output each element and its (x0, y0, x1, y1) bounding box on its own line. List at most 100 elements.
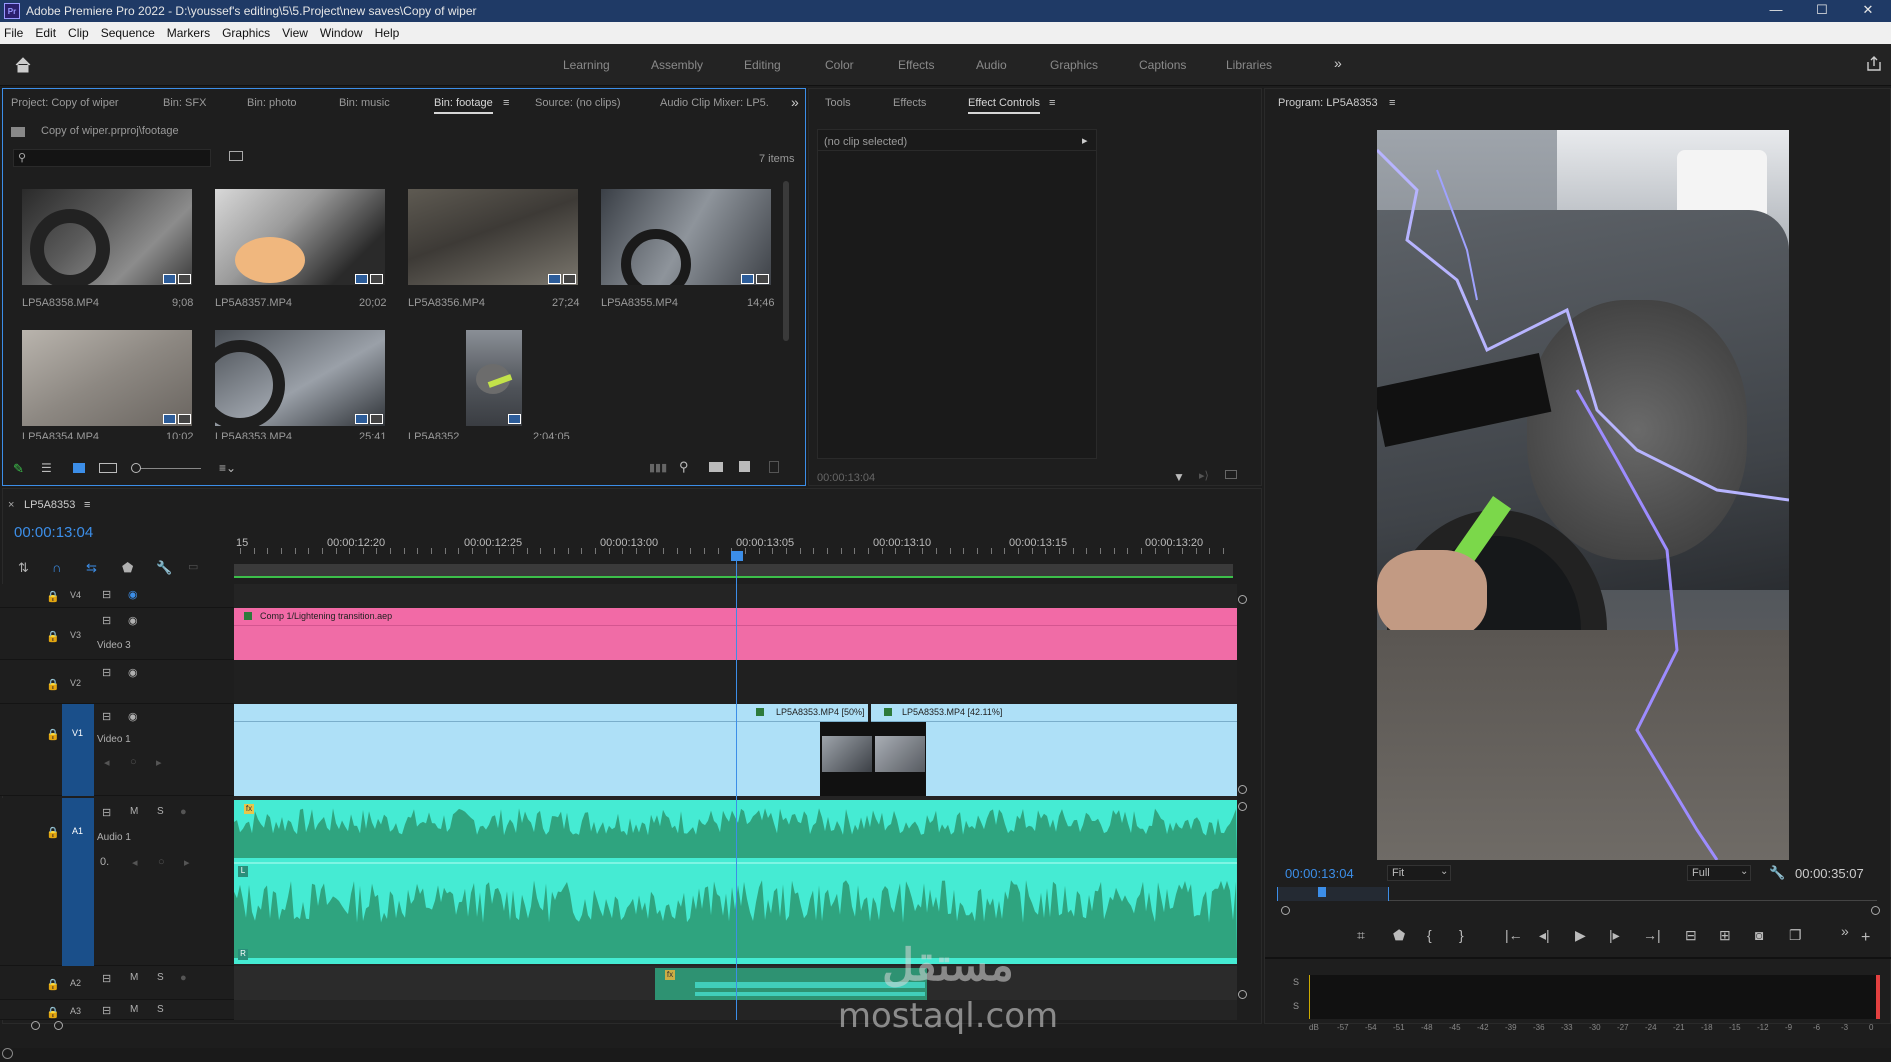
play-audio-icon[interactable]: ▸⟩ (1199, 469, 1209, 482)
close-sequence-icon[interactable]: × (8, 499, 14, 511)
next-keyframe-icon[interactable]: ▸ (156, 756, 162, 769)
export-icon[interactable] (1225, 470, 1237, 479)
program-timecode[interactable]: 00:00:13:04 (1285, 866, 1354, 881)
prev-keyframe-icon[interactable]: ◂ (132, 856, 138, 869)
quality-select[interactable]: Full ⌄ (1687, 865, 1751, 881)
keyframe-icon[interactable]: ○ (158, 856, 165, 868)
track-id[interactable]: V3 (70, 630, 81, 640)
menu-graphics[interactable]: Graphics (218, 26, 278, 40)
lock-icon[interactable]: 🔒 (46, 590, 60, 603)
tab-audio-clip-mixer[interactable]: Audio Clip Mixer: LP5. (660, 97, 769, 109)
solo-button[interactable]: S (157, 806, 164, 817)
tab-source[interactable]: Source: (no clips) (535, 97, 621, 109)
wrench-icon[interactable]: 🔧 (156, 560, 172, 576)
mute-button[interactable]: M (130, 806, 138, 817)
clip-thumbnail[interactable] (22, 330, 192, 426)
track-id[interactable]: A1 (72, 826, 83, 836)
play-icon[interactable]: ▶ (1575, 927, 1586, 944)
tab-effects[interactable]: Effects (893, 97, 926, 109)
tab-project[interactable]: Project: Copy of wiper (11, 97, 119, 109)
solo-button[interactable]: S (157, 972, 164, 983)
mark-out-icon[interactable]: } (1459, 927, 1464, 943)
playhead-icon[interactable] (1318, 887, 1326, 897)
lock-icon[interactable]: 🔒 (46, 678, 60, 691)
track-id[interactable]: A3 (70, 1006, 81, 1016)
voiceover-mic-icon[interactable]: ● (180, 972, 187, 984)
zoom-slider-handle[interactable] (131, 463, 141, 473)
program-ruler[interactable] (1277, 887, 1877, 901)
nest-icon[interactable]: ⇅ (18, 560, 29, 576)
workspace-color[interactable]: Color (825, 58, 854, 72)
eye-hidden-icon[interactable]: ◉ (128, 588, 138, 601)
tab-bin-photo[interactable]: Bin: photo (247, 97, 297, 109)
more-controls-icon[interactable]: » (1841, 923, 1849, 939)
clip-thumbnail[interactable] (601, 189, 771, 285)
lock-icon[interactable]: 🔒 (46, 826, 60, 839)
marker-icon[interactable]: ⬟ (1393, 927, 1405, 944)
lift-icon[interactable]: ⊟ (1685, 927, 1697, 944)
track-id[interactable]: A2 (70, 978, 81, 988)
eye-icon[interactable]: ◉ (128, 710, 138, 723)
tab-bin-footage[interactable]: Bin: footage (434, 97, 493, 114)
lock-icon[interactable]: 🔒 (46, 630, 60, 643)
hscroll-handle[interactable] (54, 1021, 63, 1030)
mute-button[interactable]: M (130, 1004, 138, 1015)
scroll-handle-left[interactable] (1281, 906, 1290, 915)
track-id[interactable]: V4 (70, 590, 81, 600)
tab-effect-controls[interactable]: Effect Controls (968, 97, 1040, 114)
more-workspaces-icon[interactable]: » (1334, 55, 1342, 71)
workspace-assembly[interactable]: Assembly (651, 58, 703, 72)
filter-icon[interactable]: ▼ (1173, 470, 1185, 484)
meter-solo-label[interactable]: S (1293, 977, 1299, 987)
add-button-icon[interactable]: + (1861, 929, 1870, 947)
icon-view-icon[interactable] (73, 463, 85, 473)
menu-view[interactable]: View (278, 26, 316, 40)
menu-file[interactable]: File (0, 26, 31, 40)
clip-thumbnail[interactable] (22, 189, 192, 285)
workspace-learning[interactable]: Learning (563, 58, 610, 72)
lock-icon[interactable]: 🔒 (46, 978, 60, 991)
volume-value[interactable]: 0. (100, 856, 109, 868)
workspace-audio[interactable]: Audio (976, 58, 1007, 72)
more-tabs-icon[interactable]: » (791, 94, 799, 110)
mute-button[interactable]: M (130, 972, 138, 983)
sync-lock-icon[interactable]: ⊟ (102, 588, 111, 601)
workspace-editing[interactable]: Editing (744, 58, 781, 72)
go-to-out-icon[interactable]: →| (1643, 927, 1661, 943)
sync-lock-icon[interactable]: ⊟ (102, 666, 111, 679)
voiceover-mic-icon[interactable]: ● (180, 806, 187, 818)
tab-tools[interactable]: Tools (825, 97, 851, 109)
tab-bin-sfx[interactable]: Bin: SFX (163, 97, 206, 109)
lock-icon[interactable]: 🔒 (46, 728, 60, 741)
automate-icon[interactable]: ▮▮▮ (649, 461, 667, 474)
captions-icon[interactable]: ▭ (188, 560, 198, 573)
video-preview[interactable] (1377, 130, 1789, 860)
menu-window[interactable]: Window (316, 26, 371, 40)
tab-menu-icon[interactable]: ≡ (1049, 97, 1055, 109)
sync-lock-icon[interactable]: ⊟ (102, 806, 111, 819)
sync-lock-icon[interactable]: ⊟ (102, 710, 111, 723)
linked-selection-icon[interactable]: ⇆ (86, 560, 97, 576)
freeform-view-icon[interactable] (99, 463, 117, 473)
share-icon[interactable] (1866, 56, 1882, 72)
workspace-libraries[interactable]: Libraries (1226, 58, 1272, 72)
solo-button[interactable]: S (157, 1004, 164, 1015)
vscroll-handle[interactable] (1238, 802, 1247, 811)
prev-keyframe-icon[interactable]: ◂ (104, 756, 110, 769)
scrollbar[interactable] (783, 181, 789, 341)
new-bin-icon[interactable] (709, 462, 723, 472)
fit-select[interactable]: Fit ⌄ (1387, 865, 1451, 881)
next-keyframe-icon[interactable]: ▸ (184, 856, 190, 869)
track-id[interactable]: V2 (70, 678, 81, 688)
eye-icon[interactable]: ◉ (128, 666, 138, 679)
clip-thumbnail[interactable] (408, 189, 578, 285)
tab-menu-icon[interactable]: ≡ (1389, 97, 1395, 109)
sync-lock-icon[interactable]: ⊟ (102, 614, 111, 627)
menu-sequence[interactable]: Sequence (97, 26, 163, 40)
sync-lock-icon[interactable]: ⊟ (102, 1004, 111, 1017)
meter-solo-label[interactable]: S (1293, 1001, 1299, 1011)
new-bin-search-icon[interactable] (229, 151, 243, 161)
vscroll-handle[interactable] (1238, 595, 1247, 604)
menu-help[interactable]: Help (371, 26, 408, 40)
close-button[interactable]: ✕ (1845, 0, 1891, 22)
